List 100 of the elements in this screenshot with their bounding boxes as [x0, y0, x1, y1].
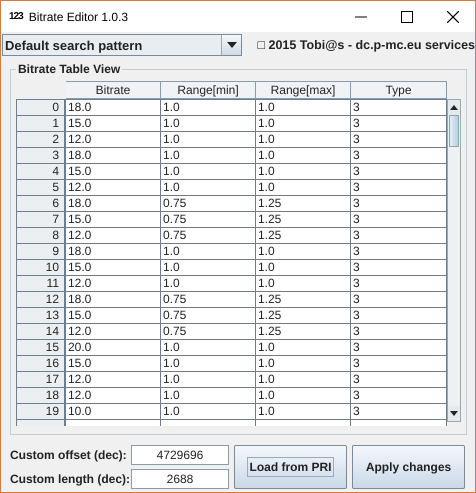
input-field[interactable]: 4729696	[131, 445, 229, 465]
table-cell[interactable]: 3	[351, 116, 447, 131]
table-cell[interactable]: 1.0	[256, 372, 351, 387]
table-cell[interactable]: 20.0	[66, 340, 161, 355]
table-cell[interactable]: 15.0	[66, 116, 161, 131]
table-cell[interactable]: 1.0	[161, 388, 256, 403]
table-cell[interactable]: 1.0	[256, 244, 351, 259]
table-cell[interactable]: 1.0	[256, 340, 351, 355]
table-cell[interactable]: 1.0	[256, 388, 351, 403]
scroll-down-icon[interactable]	[450, 411, 458, 416]
table-cell[interactable]: 0.75	[161, 212, 256, 227]
table-cell[interactable]: 18.0	[66, 100, 161, 115]
table-cell[interactable]: 1.25	[256, 212, 351, 227]
table-cell[interactable]: 1.0	[161, 244, 256, 259]
table-cell[interactable]: 1.0	[161, 116, 256, 131]
table-cell[interactable]: 3	[351, 308, 447, 323]
table-cell[interactable]: 1.0	[256, 276, 351, 291]
table-cell[interactable]: 0.75	[161, 324, 256, 339]
table-cell[interactable]: 12.0	[66, 372, 161, 387]
column-header[interactable]: Bitrate	[66, 81, 161, 99]
table-cell[interactable]: 1.0	[161, 372, 256, 387]
table-cell[interactable]: 18.0	[66, 244, 161, 259]
table-cell[interactable]: 3	[351, 180, 447, 195]
close-icon[interactable]	[447, 10, 459, 22]
table-cell[interactable]: 1.0	[161, 260, 256, 275]
table-cell[interactable]: 1.0	[161, 340, 256, 355]
table-cell[interactable]: 12.0	[66, 228, 161, 243]
table-cell[interactable]: 1.25	[256, 292, 351, 307]
column-header[interactable]: Type	[351, 81, 447, 99]
table-cell[interactable]: 3	[351, 164, 447, 179]
table-cell[interactable]: 3	[351, 260, 447, 275]
table-cell[interactable]: 3	[351, 372, 447, 387]
table-cell[interactable]: 1.0	[256, 132, 351, 147]
table-cell[interactable]: 3	[351, 276, 447, 291]
table-cell[interactable]: 1.25	[256, 324, 351, 339]
scroll-thumb[interactable]	[449, 115, 459, 147]
table-cell[interactable]: 15.0	[66, 260, 161, 275]
table-cell[interactable]: 3	[351, 244, 447, 259]
input-field[interactable]: 2688	[131, 469, 229, 489]
table-cell[interactable]: 15.0	[66, 356, 161, 371]
table-cell[interactable]: 3	[351, 356, 447, 371]
table-cell[interactable]: 1.25	[256, 196, 351, 211]
table-cell[interactable]: 3	[351, 148, 447, 163]
column-header[interactable]: Range[max]	[256, 81, 351, 99]
copyright-text: □ 2015 Tobi@s - dc.p-mc.eu services	[257, 38, 475, 52]
table-cell[interactable]: 1.0	[256, 180, 351, 195]
table-cell[interactable]: 3	[351, 388, 447, 403]
table-cell[interactable]: 10.0	[66, 404, 161, 419]
table-cell[interactable]: 15.0	[66, 212, 161, 227]
table-cell[interactable]: 1.0	[256, 404, 351, 419]
table-cell[interactable]: 3	[351, 324, 447, 339]
table-cell[interactable]: 3	[351, 292, 447, 307]
table-cell[interactable]: 1.0	[161, 132, 256, 147]
action-button[interactable]: Apply changes	[352, 445, 465, 489]
table-cell[interactable]: 0.75	[161, 228, 256, 243]
table-cell[interactable]: 0.75	[161, 308, 256, 323]
table-cell[interactable]: 15.0	[66, 164, 161, 179]
table-cell[interactable]: 12.0	[66, 180, 161, 195]
table-cell[interactable]: 1.0	[161, 180, 256, 195]
table-cell[interactable]: 1.0	[161, 164, 256, 179]
table-cell[interactable]: 12.0	[66, 388, 161, 403]
field-label: Custom offset (dec):	[10, 448, 128, 462]
row-number: 13	[16, 308, 66, 323]
column-header[interactable]: Range[min]	[161, 81, 256, 99]
table-cell[interactable]: 3	[351, 132, 447, 147]
table-cell[interactable]: 18.0	[66, 148, 161, 163]
table-cell[interactable]: 3	[351, 228, 447, 243]
table-cell[interactable]: 18.0	[66, 196, 161, 211]
table-cell[interactable]: 18.0	[66, 292, 161, 307]
table-cell[interactable]: 0.75	[161, 292, 256, 307]
table-cell[interactable]: 1.25	[256, 308, 351, 323]
table-cell[interactable]: 1.0	[256, 356, 351, 371]
table-cell[interactable]: 1.0	[256, 164, 351, 179]
table-cell[interactable]: 1.0	[256, 148, 351, 163]
action-button[interactable]: Load from PRI	[234, 445, 347, 489]
vertical-scrollbar[interactable]	[447, 99, 461, 422]
table-cell[interactable]: 0.75	[161, 196, 256, 211]
table-cell[interactable]: 1.0	[161, 356, 256, 371]
maximize-icon[interactable]	[401, 10, 413, 22]
group-title: Bitrate Table View	[16, 62, 122, 76]
table-cell[interactable]: 1.0	[161, 404, 256, 419]
table-cell[interactable]: 1.0	[256, 100, 351, 115]
table-cell[interactable]: 3	[351, 100, 447, 115]
table-cell[interactable]: 1.25	[256, 228, 351, 243]
table-cell[interactable]: 1.0	[161, 148, 256, 163]
pattern-dropdown[interactable]: Default search pattern	[2, 34, 242, 56]
table-cell[interactable]: 3	[351, 212, 447, 227]
table-cell[interactable]: 3	[351, 196, 447, 211]
table-cell[interactable]: 12.0	[66, 132, 161, 147]
table-cell[interactable]: 1.0	[256, 116, 351, 131]
table-cell[interactable]: 15.0	[66, 308, 161, 323]
table-cell[interactable]: 1.0	[161, 100, 256, 115]
table-cell[interactable]: 1.0	[256, 260, 351, 275]
table-cell[interactable]: 12.0	[66, 324, 161, 339]
scroll-up-icon[interactable]	[450, 105, 458, 110]
table-cell[interactable]: 1.0	[161, 276, 256, 291]
table-cell[interactable]: 3	[351, 340, 447, 355]
table-cell[interactable]: 12.0	[66, 276, 161, 291]
table-cell[interactable]: 3	[351, 404, 447, 419]
row-number: 16	[16, 356, 66, 371]
